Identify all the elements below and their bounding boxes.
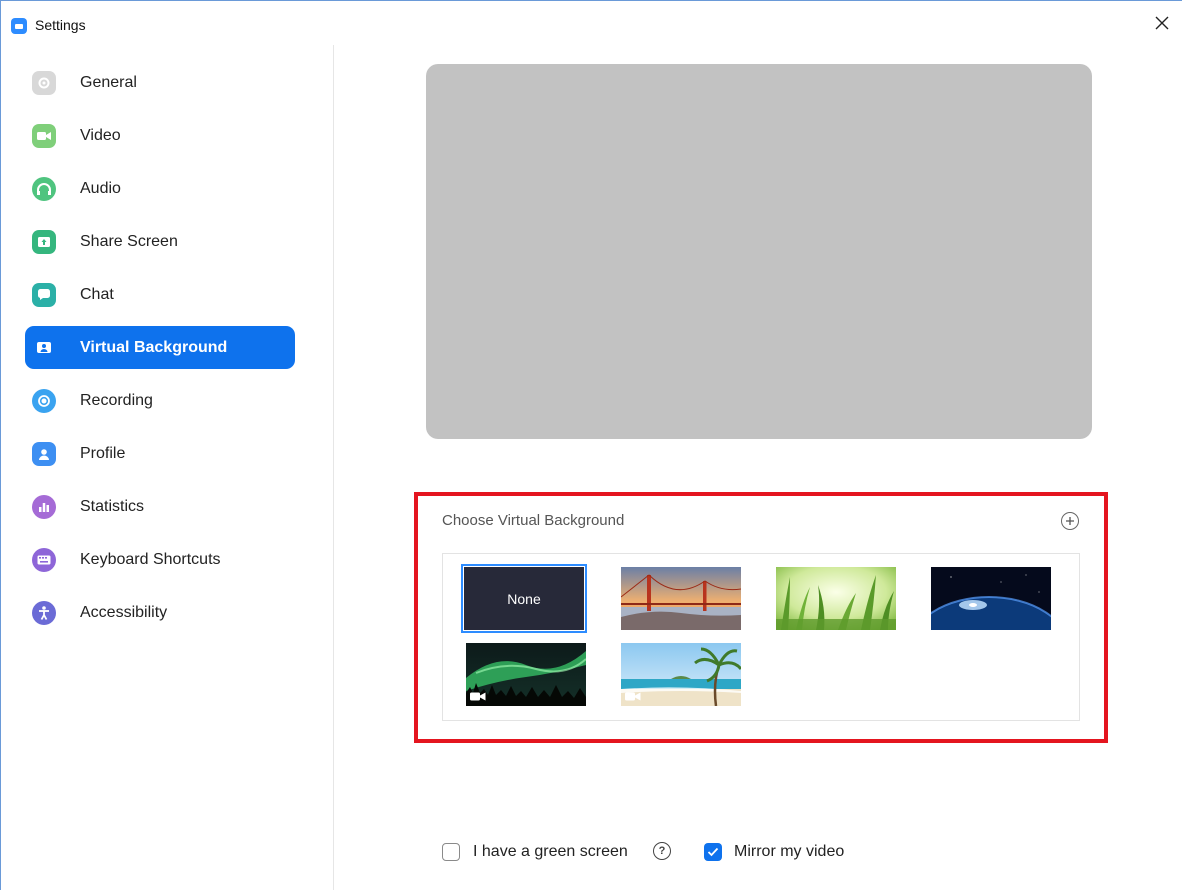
green-screen-label: I have a green screen [473,843,628,860]
sidebar-item-label: Chat [80,285,114,303]
video-camera-icon [32,123,56,148]
sidebar-item-label: General [80,73,137,91]
grass-image [776,567,896,630]
person-card-icon [32,336,56,360]
background-aurora-thumbnail[interactable] [466,643,586,706]
golden-gate-image [621,567,741,630]
none-label: None [507,590,541,607]
green-screen-checkbox[interactable] [442,843,460,861]
bar-chart-icon [32,494,56,519]
sidebar-item-label: Statistics [80,497,145,515]
background-grass-thumbnail[interactable] [776,567,896,630]
sidebar-item-virtual-background[interactable]: Virtual Background [25,326,295,369]
mirror-video-checkbox[interactable] [704,843,722,861]
sidebar-item-label: Accessibility [80,603,168,621]
sidebar-item-label: Profile [80,444,126,462]
sidebar-item-profile[interactable]: Profile [25,432,295,475]
choose-background-title: Choose Virtual Background [442,512,625,529]
sidebar-item-keyboard-shortcuts[interactable]: Keyboard Shortcuts [25,538,295,581]
keyboard-icon [32,547,56,572]
video-camera-icon [470,692,486,701]
chat-bubble-icon [32,282,56,307]
close-button[interactable] [1150,11,1174,35]
background-beach-thumbnail[interactable] [621,643,741,706]
window-title: Settings [35,17,86,33]
share-screen-icon [32,229,56,254]
background-earth-thumbnail[interactable] [931,567,1051,630]
sidebar-item-label: Video [80,126,121,144]
background-none-thumbnail[interactable]: None [461,564,587,633]
video-preview [426,64,1092,439]
gear-icon [32,70,56,95]
close-icon [1155,16,1169,30]
user-icon [32,441,56,466]
accessibility-icon [32,600,56,625]
record-icon [32,388,56,413]
sidebar-item-general[interactable]: General [25,61,295,104]
sidebar-item-video[interactable]: Video [25,114,295,157]
sidebar-item-accessibility[interactable]: Accessibility [25,591,295,634]
sidebar-item-label: Share Screen [80,232,178,250]
sidebar-item-label: Audio [80,179,121,197]
sidebar-item-share-screen[interactable]: Share Screen [25,220,295,263]
checkmark-icon [707,847,719,857]
settings-window: Settings General Video Audio Share Scree… [0,0,1182,890]
background-gallery: None [442,553,1080,721]
add-background-button[interactable] [1061,512,1079,530]
zoom-logo-icon [11,18,27,34]
question-circle-icon[interactable]: ? [653,842,671,860]
sidebar-item-chat[interactable]: Chat [25,273,295,316]
sidebar-item-audio[interactable]: Audio [25,167,295,210]
mirror-video-label: Mirror my video [734,843,845,860]
headphones-icon [32,176,56,201]
sidebar-item-label: Recording [80,391,153,409]
title-bar: Settings [1,1,1182,45]
settings-sidebar: General Video Audio Share Screen Chat Vi… [1,45,334,890]
video-camera-icon [625,692,641,701]
sidebar-item-recording[interactable]: Recording [25,379,295,422]
sidebar-item-label: Keyboard Shortcuts [80,550,221,568]
sidebar-item-label: Virtual Background [80,338,228,356]
plus-circle-icon [1066,517,1074,525]
background-golden-gate-thumbnail[interactable] [621,567,741,630]
earth-image [931,567,1051,630]
sidebar-item-statistics[interactable]: Statistics [25,485,295,528]
